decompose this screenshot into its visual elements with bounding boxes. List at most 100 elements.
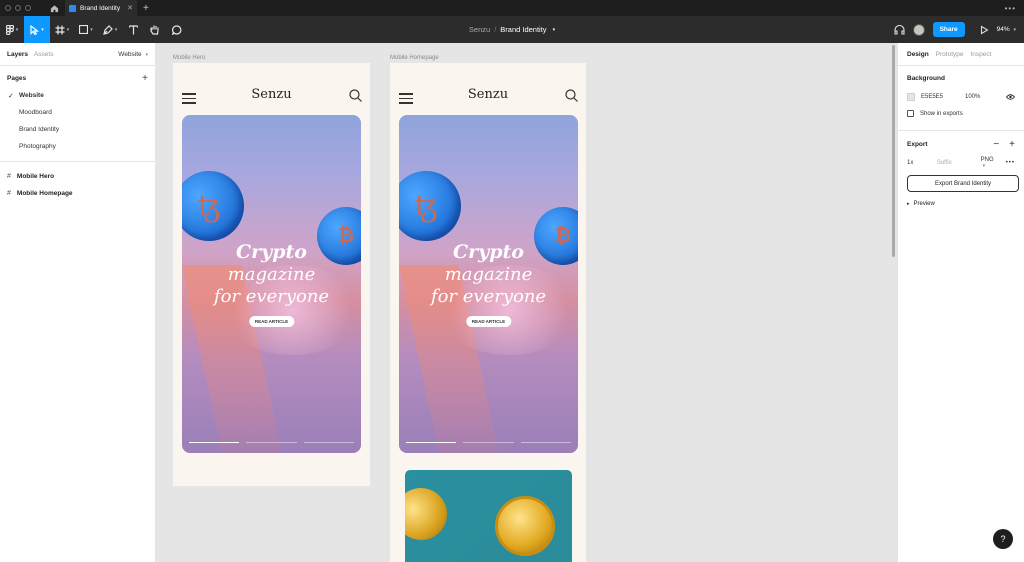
- remove-export-icon[interactable]: −: [993, 139, 999, 150]
- background-opacity-value[interactable]: 100%: [965, 94, 980, 100]
- layer-item-label: Mobile Homepage: [16, 190, 73, 197]
- tab-prototype[interactable]: Prototype: [936, 51, 964, 58]
- carousel-dot[interactable]: [406, 441, 457, 443]
- tab-assets[interactable]: Assets: [34, 51, 54, 58]
- carousel-dot[interactable]: [303, 441, 354, 443]
- check-icon: ✓: [8, 92, 14, 100]
- breadcrumb-file[interactable]: Brand Identity: [500, 25, 546, 34]
- left-panel: Layers Assets Website ▾ Pages + ✓ Websit…: [0, 43, 156, 562]
- export-settings-row: 1x Suffix PNG ▾ •••: [907, 154, 1015, 171]
- carousel-dot[interactable]: [520, 441, 571, 443]
- hero-card[interactable]: ꜩ ₿ Crypto magazine for everyone READ AR…: [182, 115, 361, 453]
- carousel-dot[interactable]: [246, 441, 297, 443]
- pen-icon: [102, 24, 113, 35]
- breadcrumb-project[interactable]: Senzu: [469, 25, 490, 34]
- rectangle-icon: [79, 25, 89, 34]
- right-panel: Design Prototype Inspect Background E5E5…: [897, 43, 1024, 562]
- title-bar: Brand Identity ✕ + •••: [0, 0, 1024, 16]
- zoom-value: 94%: [996, 26, 1010, 33]
- more-icon[interactable]: •••: [1005, 4, 1016, 13]
- search-icon[interactable]: [565, 89, 578, 102]
- add-export-icon[interactable]: +: [1009, 139, 1015, 150]
- hand-tool-button[interactable]: [144, 16, 166, 43]
- canvas[interactable]: Mobile Hero Senzu ꜩ ₿ Crypto magazine fo…: [157, 43, 897, 562]
- page-item-moodboard[interactable]: Moodboard: [0, 104, 155, 121]
- avatar[interactable]: [912, 23, 925, 36]
- maximize-window-button[interactable]: [25, 5, 31, 11]
- new-tab-icon[interactable]: +: [143, 3, 149, 14]
- minimize-window-button[interactable]: [15, 5, 21, 11]
- add-page-icon[interactable]: +: [142, 73, 148, 84]
- close-window-button[interactable]: [5, 5, 11, 11]
- comment-icon: [172, 24, 182, 35]
- layer-item-mobile-hero[interactable]: # Mobile Hero: [0, 168, 155, 185]
- background-swatch[interactable]: [907, 92, 915, 101]
- text-tool-button[interactable]: [122, 16, 144, 43]
- search-icon[interactable]: [349, 89, 362, 102]
- background-fill-row: E5E5E5 100%: [907, 88, 1015, 105]
- export-format-value: PNG: [980, 156, 994, 163]
- export-scale-select[interactable]: 1x: [907, 160, 931, 166]
- export-more-icon[interactable]: •••: [1006, 160, 1015, 166]
- hero-card[interactable]: ꜩ ₿ Crypto magazine for everyone READ AR…: [399, 115, 578, 453]
- help-button[interactable]: ?: [993, 529, 1013, 549]
- toolbar: ▾ ▾ ▾ ▾ ▾ Senzu / Brand Identity ▾ Share…: [0, 16, 1024, 43]
- export-section: Export − + 1x Suffix PNG ▾ ••• Export Br…: [898, 135, 1024, 214]
- left-panel-tabs: Layers Assets Website ▾: [0, 43, 155, 65]
- pages-heading-label: Pages: [7, 74, 27, 82]
- tab-design[interactable]: Design: [907, 51, 929, 58]
- comment-tool-button[interactable]: [166, 16, 188, 43]
- brand-logo: Senzu: [251, 87, 292, 102]
- tezos-coin-icon: ꜩ: [182, 171, 244, 241]
- page-item-brand-identity[interactable]: Brand Identity: [0, 121, 155, 138]
- frame-tool-button[interactable]: ▾: [50, 16, 74, 43]
- frame-mobile-hero[interactable]: Senzu ꜩ ₿ Crypto magazine for everyone R…: [173, 63, 370, 486]
- read-article-button[interactable]: READ ARTICLE: [465, 316, 512, 327]
- read-article-button[interactable]: READ ARTICLE: [248, 316, 295, 327]
- preview-toggle[interactable]: ▸ Preview: [907, 194, 1015, 214]
- play-icon[interactable]: [979, 25, 989, 35]
- move-tool-button[interactable]: ▾: [24, 16, 50, 43]
- pen-tool-button[interactable]: ▾: [98, 16, 122, 43]
- headline-line-3: for everyone: [430, 286, 547, 307]
- chevron-down-icon[interactable]: ▾: [553, 27, 556, 33]
- frame-label-mobile-homepage[interactable]: Mobile Homepage: [390, 55, 439, 61]
- divider: [898, 130, 1024, 131]
- file-tab[interactable]: Brand Identity ✕: [65, 0, 137, 16]
- headline-line-1: Crypto: [236, 241, 307, 263]
- caret-right-icon: ▸: [907, 201, 910, 207]
- headline-line-2: magazine: [444, 264, 533, 285]
- window-controls: [5, 5, 31, 11]
- tab-layers[interactable]: Layers: [7, 51, 28, 58]
- shiba-coin-image: [495, 496, 555, 556]
- home-icon[interactable]: [43, 0, 65, 16]
- headphones-icon[interactable]: [894, 24, 905, 35]
- show-in-exports-row[interactable]: Show in exports: [907, 105, 1015, 122]
- export-format-select[interactable]: PNG ▾: [981, 157, 1000, 169]
- eye-icon[interactable]: [1006, 93, 1015, 100]
- frame-label-mobile-hero[interactable]: Mobile Hero: [173, 55, 205, 61]
- zoom-level[interactable]: 94% ▾: [997, 26, 1016, 33]
- canvas-scrollbar[interactable]: [892, 45, 895, 257]
- toolbar-right: Share 94% ▾: [894, 16, 1024, 43]
- coin-feature-card[interactable]: [405, 470, 572, 562]
- layer-item-label: Mobile Hero: [16, 173, 55, 180]
- export-heading-label: Export: [907, 141, 928, 148]
- page-item-website[interactable]: ✓ Website: [0, 87, 155, 104]
- page-selector[interactable]: Website ▾: [118, 51, 148, 58]
- export-suffix-input[interactable]: Suffix: [937, 160, 975, 166]
- carousel-dot[interactable]: [189, 441, 240, 443]
- tab-inspect[interactable]: Inspect: [971, 51, 992, 58]
- headline-line-2: magazine: [227, 264, 316, 285]
- layer-item-mobile-homepage[interactable]: # Mobile Homepage: [0, 185, 155, 202]
- page-item-photography[interactable]: Photography: [0, 138, 155, 155]
- background-color-value[interactable]: E5E5E5: [921, 94, 957, 100]
- main-menu-button[interactable]: ▾: [0, 16, 24, 43]
- frame-mobile-homepage[interactable]: Senzu ꜩ ₿ Crypto magazine for everyone R…: [390, 63, 586, 562]
- export-button[interactable]: Export Brand Identity: [907, 175, 1019, 192]
- close-tab-icon[interactable]: ✕: [127, 4, 133, 12]
- carousel-dot[interactable]: [463, 441, 514, 443]
- share-button[interactable]: Share: [932, 22, 965, 37]
- shape-tool-button[interactable]: ▾: [74, 16, 98, 43]
- show-in-exports-checkbox[interactable]: [907, 110, 914, 117]
